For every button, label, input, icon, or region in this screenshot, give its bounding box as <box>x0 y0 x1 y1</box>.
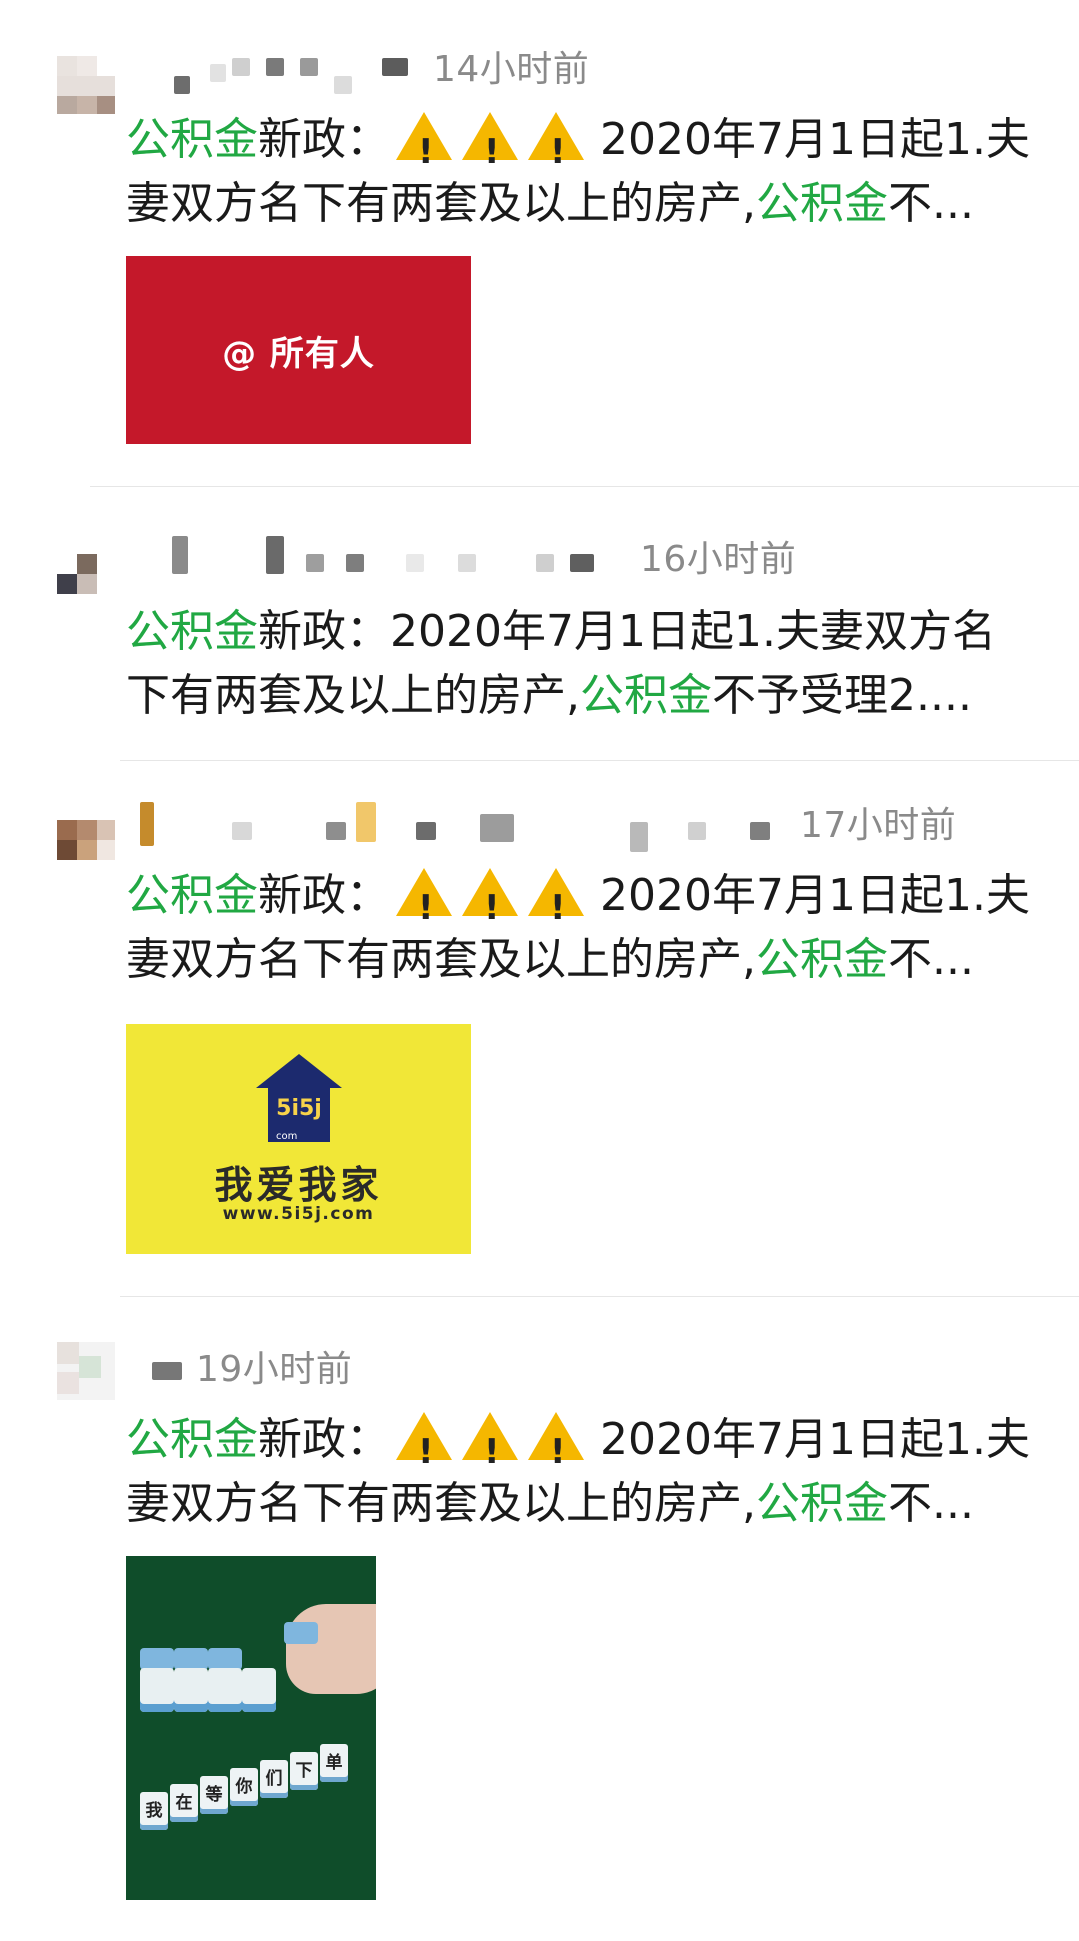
keyword-highlight[interactable]: 公积金 <box>756 934 888 985</box>
post-text[interactable]: 公积金新政：2020年7月1日起1.夫妻双方名 下有两套及以上的房产,公积金不予… <box>126 600 1046 728</box>
warning-icon <box>396 868 452 940</box>
divider <box>90 486 1079 487</box>
post-thumbnail[interactable]: 5i5j com 我爱我家 www.5i5j.com <box>126 1024 471 1254</box>
author-name-blurred <box>150 52 420 94</box>
warning-icon <box>528 868 584 940</box>
keyword-highlight[interactable]: 公积金 <box>756 178 888 229</box>
post-text-line-1: 公积金新政：2020年7月1日起1.夫 <box>126 108 1046 184</box>
brand-name: 我爱我家 <box>214 1163 383 1207</box>
mahjong-tile <box>140 1648 174 1670</box>
mahjong-tile <box>208 1668 242 1712</box>
warning-icons <box>396 108 594 184</box>
warning-icon <box>528 112 584 184</box>
post-text-line-1: 公积金新政：2020年7月1日起1.夫 <box>126 1408 1046 1484</box>
warning-icon <box>462 1412 518 1484</box>
mahjong-tile <box>174 1668 208 1712</box>
house-logo: 5i5j com <box>256 1054 342 1144</box>
avatar[interactable] <box>57 56 115 114</box>
post-text-line-2: 妻双方名下有两套及以上的房产,公积金不... <box>126 1478 974 1529</box>
keyword-highlight[interactable]: 公积金 <box>126 606 258 657</box>
avatar[interactable] <box>57 820 115 878</box>
tile-word: 单 <box>320 1744 348 1782</box>
post-text-line-2: 妻双方名下有两套及以上的房产,公积金不... <box>126 178 974 229</box>
author-name-blurred <box>140 800 790 852</box>
warning-icon <box>528 1412 584 1484</box>
post-time: 16小时前 <box>640 539 797 580</box>
post-text-line-2: 妻双方名下有两套及以上的房产,公积金不... <box>126 934 974 985</box>
keyword-highlight[interactable]: 公积金 <box>126 114 258 165</box>
mahjong-tile <box>242 1668 276 1712</box>
keyword-highlight[interactable]: 公积金 <box>756 1478 888 1529</box>
warning-icon <box>396 1412 452 1484</box>
avatar[interactable] <box>57 1342 115 1400</box>
logo-sub-text: com <box>276 1131 298 1142</box>
warning-icon <box>396 112 452 184</box>
hand-image <box>286 1604 376 1694</box>
tile-word: 在 <box>170 1784 198 1822</box>
house-roof <box>256 1054 342 1088</box>
divider <box>120 1296 1079 1297</box>
warning-icons <box>396 1408 594 1484</box>
thumbnail-caption: @ 所有人 <box>222 333 375 374</box>
avatar[interactable] <box>57 552 115 610</box>
post-text-line-1: 公积金新政：2020年7月1日起1.夫 <box>126 864 1046 940</box>
post-text-line-2: 下有两套及以上的房产,公积金不予受理2.... <box>126 670 972 721</box>
post-thumbnail[interactable]: @ 所有人 <box>126 256 471 444</box>
tile-word: 你 <box>230 1768 258 1806</box>
author-name-blurred <box>150 1342 190 1382</box>
mahjong-tile <box>208 1648 242 1670</box>
keyword-highlight[interactable]: 公积金 <box>126 870 258 921</box>
mahjong-tile <box>140 1668 174 1712</box>
post-time: 17小时前 <box>800 805 957 846</box>
tile-word: 下 <box>290 1752 318 1790</box>
tile-word: 们 <box>260 1760 288 1798</box>
post-text[interactable]: 公积金新政：2020年7月1日起1.夫 妻双方名下有两套及以上的房产,公积金不.… <box>126 108 1046 236</box>
author-name-blurred <box>150 534 600 574</box>
divider <box>120 760 1079 761</box>
post-time: 14小时前 <box>433 49 590 90</box>
warning-icons <box>396 864 594 940</box>
post-text[interactable]: 公积金新政：2020年7月1日起1.夫 妻双方名下有两套及以上的房产,公积金不.… <box>126 1408 1046 1536</box>
mahjong-tile <box>284 1622 318 1644</box>
warning-icon <box>462 868 518 940</box>
post-time: 19小时前 <box>196 1349 353 1390</box>
warning-icon <box>462 112 518 184</box>
keyword-highlight[interactable]: 公积金 <box>126 1414 258 1465</box>
mahjong-tile <box>174 1648 208 1670</box>
post-thumbnail[interactable]: 我 在 等 你 们 下 单 <box>126 1556 376 1900</box>
brand-url: www.5i5j.com <box>222 1204 375 1224</box>
post-text-line-1: 公积金新政：2020年7月1日起1.夫妻双方名 <box>126 606 996 657</box>
keyword-highlight[interactable]: 公积金 <box>580 670 712 721</box>
tile-word: 等 <box>200 1776 228 1814</box>
tile-word: 我 <box>140 1792 168 1830</box>
post-text[interactable]: 公积金新政：2020年7月1日起1.夫 妻双方名下有两套及以上的房产,公积金不.… <box>126 864 1046 992</box>
